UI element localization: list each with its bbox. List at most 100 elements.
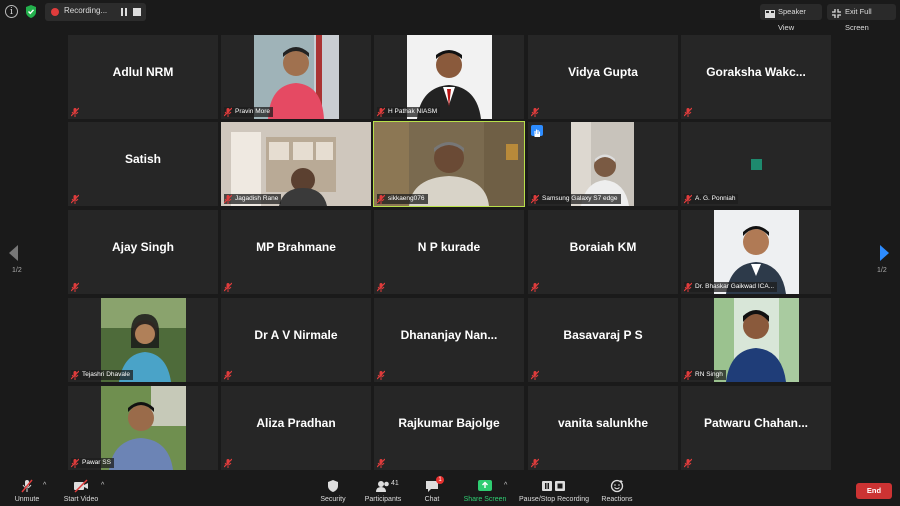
participants-button[interactable]: 41 Participants — [360, 476, 406, 506]
muted-mic-icon — [224, 458, 232, 468]
muted-mic-icon — [531, 194, 539, 204]
speaker-view-label: Speaker View — [778, 7, 806, 32]
muted-mic-icon — [377, 107, 385, 117]
recording-indicator: Recording... — [45, 3, 146, 21]
muted-mic-icon — [684, 370, 692, 380]
unmute-button[interactable]: Unmute — [8, 476, 46, 506]
muted-microphone-icon — [19, 479, 35, 493]
participant-name: Patwaru Chahan... — [703, 416, 809, 430]
exit-fullscreen-button[interactable]: Exit Full Screen — [827, 4, 896, 32]
participant-name: Adlul NRM — [112, 65, 174, 79]
participant-name: Dr A V Nirmale — [254, 328, 338, 342]
participant-tile[interactable]: N P kurade — [374, 210, 524, 294]
pause-stop-recording-label: Pause/Stop Recording — [518, 496, 590, 503]
muted-mic-icon — [684, 107, 692, 117]
video-options-chevron-icon[interactable]: ^ — [101, 482, 104, 489]
participant-tile[interactable]: Pravin More — [221, 35, 371, 119]
participant-tile[interactable]: Satish — [68, 122, 218, 206]
participant-tile-active-speaker[interactable]: sikkaeng076 — [373, 121, 525, 207]
muted-mic-icon — [531, 370, 539, 380]
participant-tile[interactable]: Pawar SS — [68, 386, 218, 470]
share-screen-button[interactable]: Share Screen — [462, 476, 508, 506]
audio-options-chevron-icon[interactable]: ^ — [43, 482, 46, 489]
speaker-view-button[interactable]: Speaker View — [760, 4, 822, 32]
muted-mic-icon — [71, 194, 79, 204]
participants-count: 41 — [391, 480, 399, 487]
exit-fullscreen-label: Exit Full Screen — [845, 7, 872, 32]
participant-tile[interactable]: vanita salunkhe — [528, 386, 678, 470]
pause-icon[interactable] — [120, 8, 128, 16]
participant-name: Ajay Singh — [111, 240, 174, 254]
participant-tile[interactable]: Dr. Bhaskar Gaikwad ICA... — [681, 210, 831, 294]
raise-hand-icon — [531, 125, 543, 137]
muted-mic-icon — [224, 194, 232, 204]
participant-tile[interactable]: Tejashri Dhavale — [68, 298, 218, 382]
muted-mic-icon — [684, 458, 692, 468]
participant-label: A. G. Ponniah — [684, 194, 739, 204]
unmute-label: Unmute — [14, 496, 40, 503]
page-indicator-right: 1/2 — [877, 267, 887, 274]
reactions-button[interactable]: Reactions — [600, 476, 634, 506]
share-options-chevron-icon[interactable]: ^ — [504, 482, 507, 489]
muted-mic-icon — [377, 458, 385, 468]
participant-tile[interactable]: Jagadish Rane — [221, 122, 371, 206]
participant-tile[interactable]: Patwaru Chahan... — [681, 386, 831, 470]
share-screen-label: Share Screen — [463, 496, 507, 503]
share-screen-icon — [477, 479, 493, 493]
reactions-label: Reactions — [601, 496, 633, 503]
chat-label: Chat — [424, 496, 440, 503]
participant-name: Vidya Gupta — [568, 65, 638, 79]
video-off-icon — [73, 479, 89, 493]
start-video-button[interactable]: Start Video — [60, 476, 102, 506]
participant-tile[interactable]: Aliza Pradhan — [221, 386, 371, 470]
muted-mic-icon — [71, 458, 79, 468]
participant-tile[interactable]: Basavaraj P S — [528, 298, 678, 382]
muted-mic-icon — [377, 370, 385, 380]
pause-stop-icon — [541, 479, 567, 493]
participant-name: Dhananjay Nan... — [400, 328, 498, 342]
participant-tile[interactable]: RN Singh — [681, 298, 831, 382]
previous-page-arrow-icon[interactable] — [9, 245, 18, 261]
muted-mic-icon — [224, 107, 232, 117]
pause-stop-recording-button[interactable]: Pause/Stop Recording — [518, 476, 590, 506]
participant-tile[interactable]: Adlul NRM — [68, 35, 218, 119]
reactions-smiley-icon — [609, 479, 625, 493]
muted-mic-icon — [531, 458, 539, 468]
chat-button[interactable]: 1 Chat — [420, 476, 444, 506]
participant-tile[interactable]: Ajay Singh — [68, 210, 218, 294]
participant-video — [714, 298, 799, 382]
participant-tile[interactable]: Vidya Gupta — [528, 35, 678, 119]
participant-tile[interactable]: Rajkumar Bajolge — [374, 386, 524, 470]
chat-unread-badge: 1 — [436, 476, 444, 484]
meeting-topbar: i Recording... Speaker View Exit Full Sc… — [0, 0, 900, 32]
avatar — [751, 159, 762, 170]
participants-icon — [375, 479, 391, 493]
participant-name: MP Brahmane — [256, 240, 336, 254]
participant-label: Tejashri Dhavale — [71, 370, 134, 380]
speaker-view-icon — [765, 8, 775, 18]
start-video-label: Start Video — [63, 496, 99, 503]
shield-icon[interactable] — [24, 4, 38, 19]
muted-mic-icon — [684, 194, 692, 204]
recording-label: Recording... — [64, 6, 108, 15]
chat-bubble-icon: 1 — [424, 476, 444, 493]
end-meeting-button[interactable]: End — [856, 483, 892, 499]
participant-tile[interactable]: Goraksha Wakc... — [681, 35, 831, 119]
participant-tile[interactable]: H Pathak NIASM — [374, 35, 524, 119]
security-button[interactable]: Security — [318, 476, 348, 506]
participant-tile[interactable]: Boraiah KM — [528, 210, 678, 294]
exit-fullscreen-icon — [832, 8, 841, 18]
participant-tile[interactable]: MP Brahmane — [221, 210, 371, 294]
security-shield-icon — [325, 479, 341, 493]
muted-mic-icon — [71, 370, 79, 380]
participant-name: Boraiah KM — [569, 240, 637, 254]
participant-tile[interactable]: A. G. Ponniah — [681, 122, 831, 206]
info-icon[interactable]: i — [5, 5, 18, 18]
participant-name: Aliza Pradhan — [256, 416, 336, 430]
participant-tile[interactable]: Samsung Galaxy S7 edge — [528, 122, 678, 206]
participants-label: Participants — [364, 496, 402, 503]
next-page-arrow-icon[interactable] — [880, 245, 889, 261]
stop-icon[interactable] — [133, 8, 141, 16]
participant-tile[interactable]: Dr A V Nirmale — [221, 298, 371, 382]
participant-tile[interactable]: Dhananjay Nan... — [374, 298, 524, 382]
